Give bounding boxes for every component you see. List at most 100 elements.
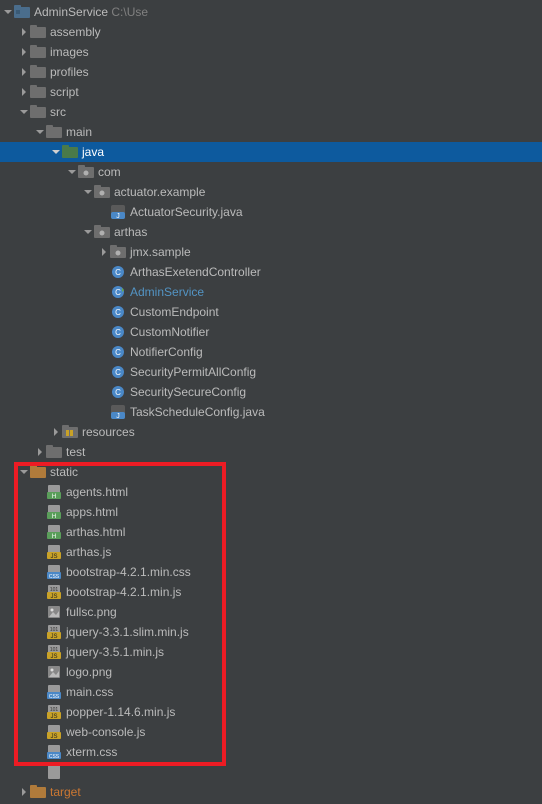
js-file-icon: JS101 xyxy=(46,584,62,600)
chevron-right-icon[interactable] xyxy=(34,446,46,458)
tree-item-file-notifierconfig[interactable]: C NotifierConfig xyxy=(0,342,542,362)
svg-text:JS: JS xyxy=(50,734,57,739)
tree-item-file-taskschedule[interactable]: J TaskScheduleConfig.java xyxy=(0,402,542,422)
project-tree[interactable]: AdminService C:\Use assembly images prof… xyxy=(0,0,542,802)
chevron-down-icon[interactable] xyxy=(66,166,78,178)
tree-item-script[interactable]: script xyxy=(0,82,542,102)
tree-item-resources[interactable]: resources xyxy=(0,422,542,442)
folder-icon xyxy=(30,104,46,120)
class-icon: C xyxy=(110,264,126,280)
item-label: arthas.html xyxy=(66,522,125,542)
chevron-right-icon[interactable] xyxy=(18,66,30,78)
tree-item-file-jquery-slim[interactable]: JS101jquery-3.3.1.slim.min.js xyxy=(0,622,542,642)
tree-item-file-bootstrap-js[interactable]: JS101bootstrap-4.2.1.min.js xyxy=(0,582,542,602)
tree-item-file-securitypermit[interactable]: C SecurityPermitAllConfig xyxy=(0,362,542,382)
chevron-right-icon[interactable] xyxy=(18,46,30,58)
svg-text:C: C xyxy=(115,368,121,377)
tree-item-file-apps-html[interactable]: Happs.html xyxy=(0,502,542,522)
tree-item-assembly[interactable]: assembly xyxy=(0,22,542,42)
chevron-right-icon[interactable] xyxy=(18,786,30,798)
chevron-right-icon[interactable] xyxy=(98,246,110,258)
class-icon: C xyxy=(110,324,126,340)
svg-text:JS: JS xyxy=(50,594,57,599)
item-label: CustomNotifier xyxy=(130,322,209,342)
svg-text:C: C xyxy=(115,388,121,397)
chevron-right-icon[interactable] xyxy=(18,26,30,38)
item-label: script xyxy=(50,82,79,102)
folder-icon xyxy=(30,44,46,60)
chevron-down-icon[interactable] xyxy=(2,6,14,18)
folder-icon xyxy=(30,84,46,100)
tree-item-test[interactable]: test xyxy=(0,442,542,462)
tree-item-target[interactable]: target xyxy=(0,782,542,802)
tree-item-cutoff[interactable] xyxy=(0,762,542,782)
tree-item-images[interactable]: images xyxy=(0,42,542,62)
item-label: com xyxy=(98,162,121,182)
tree-item-file-bootstrap-css[interactable]: CSSbootstrap-4.2.1.min.css xyxy=(0,562,542,582)
tree-item-file-customendpoint[interactable]: C CustomEndpoint xyxy=(0,302,542,322)
tree-item-profiles[interactable]: profiles xyxy=(0,62,542,82)
tree-item-file-jquery-min[interactable]: JS101jquery-3.5.1.min.js xyxy=(0,642,542,662)
svg-text:CSS: CSS xyxy=(49,754,60,759)
item-label: SecuritySecureConfig xyxy=(130,382,246,402)
class-icon: C xyxy=(110,364,126,380)
tree-item-main[interactable]: main xyxy=(0,122,542,142)
tree-item-java[interactable]: java xyxy=(0,142,542,162)
svg-text:JS: JS xyxy=(50,714,57,719)
item-label: profiles xyxy=(50,62,89,82)
tree-item-pkg-arthas[interactable]: arthas xyxy=(0,222,542,242)
tree-item-file-webconsole-js[interactable]: JSweb-console.js xyxy=(0,722,542,742)
tree-item-file-logo-png[interactable]: logo.png xyxy=(0,662,542,682)
svg-text:101: 101 xyxy=(50,587,59,593)
svg-text:101: 101 xyxy=(50,647,59,653)
chevron-down-icon[interactable] xyxy=(82,226,94,238)
tree-item-file-actuatorsecurity[interactable]: J ActuatorSecurity.java xyxy=(0,202,542,222)
folder-icon xyxy=(46,124,62,140)
tree-item-root[interactable]: AdminService C:\Use xyxy=(0,2,542,22)
tree-item-file-agents-html[interactable]: Hagents.html xyxy=(0,482,542,502)
source-folder-icon xyxy=(62,144,78,160)
html-file-icon: H xyxy=(46,504,62,520)
package-icon xyxy=(78,164,94,180)
chevron-down-icon[interactable] xyxy=(34,126,46,138)
tree-item-file-popper-js[interactable]: JS101popper-1.14.6.min.js xyxy=(0,702,542,722)
chevron-right-icon[interactable] xyxy=(18,86,30,98)
svg-text:H: H xyxy=(52,514,56,519)
tree-item-pkg-com[interactable]: com xyxy=(0,162,542,182)
item-label: TaskScheduleConfig.java xyxy=(130,402,265,422)
item-label: main xyxy=(66,122,92,142)
tree-item-static[interactable]: static xyxy=(0,462,542,482)
item-label: AdminService xyxy=(130,282,204,302)
tree-item-pkg-jmx[interactable]: jmx.sample xyxy=(0,242,542,262)
item-label: NotifierConfig xyxy=(130,342,203,362)
file-icon xyxy=(46,764,62,780)
java-file-icon: J xyxy=(110,404,126,420)
item-label: assembly xyxy=(50,22,101,42)
chevron-down-icon[interactable] xyxy=(50,146,62,158)
tree-item-file-arthasextend[interactable]: C ArthasExetendController xyxy=(0,262,542,282)
tree-item-file-main-css[interactable]: CSSmain.css xyxy=(0,682,542,702)
tree-item-file-fullsc-png[interactable]: fullsc.png xyxy=(0,602,542,622)
folder-icon xyxy=(30,24,46,40)
tree-item-file-arthas-html[interactable]: Harthas.html xyxy=(0,522,542,542)
item-label: xterm.css xyxy=(66,742,117,762)
tree-item-src[interactable]: src xyxy=(0,102,542,122)
item-label: logo.png xyxy=(66,662,112,682)
tree-item-file-customnotifier[interactable]: C CustomNotifier xyxy=(0,322,542,342)
tree-item-file-arthas-js[interactable]: JSarthas.js xyxy=(0,542,542,562)
tree-item-file-adminservice[interactable]: C AdminService xyxy=(0,282,542,302)
svg-text:C: C xyxy=(115,328,121,337)
tree-item-pkg-actuator[interactable]: actuator.example xyxy=(0,182,542,202)
chevron-right-icon[interactable] xyxy=(50,426,62,438)
tree-item-file-xterm-css[interactable]: CSS xterm.css xyxy=(0,742,542,762)
resources-folder-icon xyxy=(62,424,78,440)
svg-text:C: C xyxy=(115,268,121,277)
item-label: apps.html xyxy=(66,502,118,522)
image-file-icon xyxy=(46,604,62,620)
svg-text:JS: JS xyxy=(50,634,57,639)
chevron-down-icon[interactable] xyxy=(82,186,94,198)
svg-text:J: J xyxy=(116,213,120,219)
chevron-down-icon[interactable] xyxy=(18,466,30,478)
tree-item-file-securitysecure[interactable]: C SecuritySecureConfig xyxy=(0,382,542,402)
chevron-down-icon[interactable] xyxy=(18,106,30,118)
